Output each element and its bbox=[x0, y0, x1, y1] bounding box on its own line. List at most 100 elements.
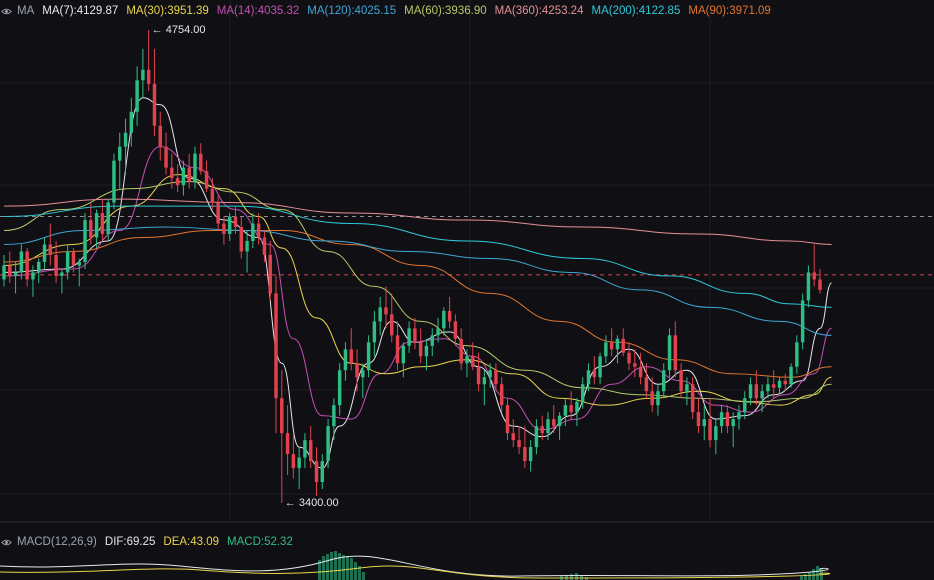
candle-body bbox=[395, 335, 400, 364]
candle-body bbox=[326, 426, 330, 462]
macd-bar bbox=[346, 556, 349, 580]
candle-body bbox=[262, 237, 267, 255]
macd-bar bbox=[570, 574, 573, 580]
ma-legend-item: MA(60):3936.90 bbox=[404, 5, 487, 17]
candle-body bbox=[702, 419, 706, 427]
candle-body bbox=[13, 272, 18, 276]
ma-legend-item: MA(90):3971.09 bbox=[688, 5, 771, 17]
candle-body bbox=[627, 352, 631, 364]
candle-body bbox=[19, 251, 24, 273]
candle-body bbox=[199, 153, 203, 172]
candle-body bbox=[517, 440, 521, 448]
candle-body bbox=[696, 412, 701, 427]
candle-body bbox=[187, 167, 191, 182]
candle-body bbox=[714, 426, 718, 441]
candle-body bbox=[609, 342, 614, 350]
ma-legend-item: MA(200):4122.85 bbox=[591, 5, 681, 17]
ma-line bbox=[3, 230, 832, 378]
candle-body bbox=[800, 300, 805, 343]
candle-body bbox=[274, 293, 278, 399]
candle-body bbox=[216, 202, 220, 224]
candle-body bbox=[552, 419, 556, 427]
macd-bar bbox=[342, 555, 345, 580]
candle-body bbox=[644, 377, 649, 392]
candle-body bbox=[245, 240, 249, 252]
candle-body bbox=[523, 447, 527, 462]
candle-body bbox=[430, 335, 434, 346]
candle-body bbox=[89, 220, 93, 238]
candle-body bbox=[505, 405, 510, 434]
candle-body bbox=[31, 272, 35, 280]
price-chart[interactable] bbox=[0, 0, 934, 580]
candle-body bbox=[123, 132, 128, 147]
candle-body bbox=[708, 419, 712, 441]
candle-body bbox=[332, 405, 336, 427]
candle-body bbox=[77, 261, 81, 266]
ma-legend-label: MA bbox=[17, 5, 35, 17]
candle-body bbox=[650, 391, 654, 406]
candle-body bbox=[106, 202, 110, 235]
candle-body bbox=[390, 314, 394, 336]
chart-grid bbox=[0, 0, 934, 523]
candle-body bbox=[586, 370, 591, 385]
ma-legend: MA MA(7):4129.87 MA(30):3951.39 MA(14):403… bbox=[0, 3, 779, 19]
candle-body bbox=[667, 335, 672, 371]
candle-body bbox=[256, 223, 261, 238]
candle-body bbox=[806, 272, 811, 301]
candle-body bbox=[193, 153, 197, 182]
candle-body bbox=[233, 216, 238, 228]
candle-body bbox=[83, 220, 87, 262]
candle-body bbox=[210, 188, 215, 203]
moving-average-lines bbox=[3, 97, 833, 469]
candle-body bbox=[36, 261, 41, 273]
candle-body bbox=[604, 342, 608, 357]
candle-body bbox=[447, 310, 452, 322]
ma-legend-item: MA(30):3951.39 bbox=[126, 5, 209, 17]
candle-body bbox=[569, 405, 573, 413]
candle-body bbox=[25, 251, 29, 280]
macd-legend-item: DIF:69.25 bbox=[104, 536, 156, 548]
candle-body bbox=[118, 146, 122, 161]
macd-bar bbox=[804, 574, 807, 580]
candle-body bbox=[436, 328, 440, 336]
candle-body bbox=[355, 363, 359, 378]
candle-body bbox=[60, 272, 64, 276]
candle-body bbox=[65, 251, 70, 273]
candle-body bbox=[135, 80, 139, 112]
candle-body bbox=[442, 310, 446, 329]
candle-body bbox=[771, 384, 776, 388]
candle-body bbox=[303, 440, 307, 458]
candle-body bbox=[181, 167, 186, 186]
candle-body bbox=[766, 384, 770, 392]
candle-body bbox=[384, 307, 388, 315]
candle-body bbox=[112, 160, 116, 203]
macd-pane bbox=[0, 551, 831, 580]
candle-body bbox=[204, 171, 209, 189]
candle-body bbox=[42, 244, 47, 262]
candle-body bbox=[453, 321, 458, 339]
candle-body bbox=[407, 328, 411, 346]
candle-body bbox=[227, 216, 232, 235]
candle-body bbox=[575, 401, 579, 413]
candle-body bbox=[615, 338, 620, 350]
candle-body bbox=[482, 377, 487, 385]
candle-body bbox=[731, 419, 735, 427]
candle-body bbox=[222, 223, 226, 235]
macd-legend-item: DEA:43.09 bbox=[163, 536, 220, 548]
candle-body bbox=[158, 125, 162, 147]
macd-bar bbox=[354, 562, 357, 580]
candle-body bbox=[170, 167, 174, 179]
candle-body bbox=[291, 454, 296, 469]
candle-body bbox=[175, 178, 180, 186]
candle-body bbox=[760, 391, 764, 399]
candle-body bbox=[471, 356, 475, 367]
candle-body bbox=[251, 223, 255, 241]
eye-icon[interactable] bbox=[1, 6, 12, 17]
candle-body bbox=[418, 342, 423, 357]
candle-body bbox=[580, 384, 585, 402]
candle-body bbox=[361, 370, 365, 378]
candle-body bbox=[719, 412, 724, 427]
candle-body bbox=[343, 349, 348, 371]
eye-icon[interactable] bbox=[1, 537, 12, 548]
candle-body bbox=[557, 415, 562, 427]
